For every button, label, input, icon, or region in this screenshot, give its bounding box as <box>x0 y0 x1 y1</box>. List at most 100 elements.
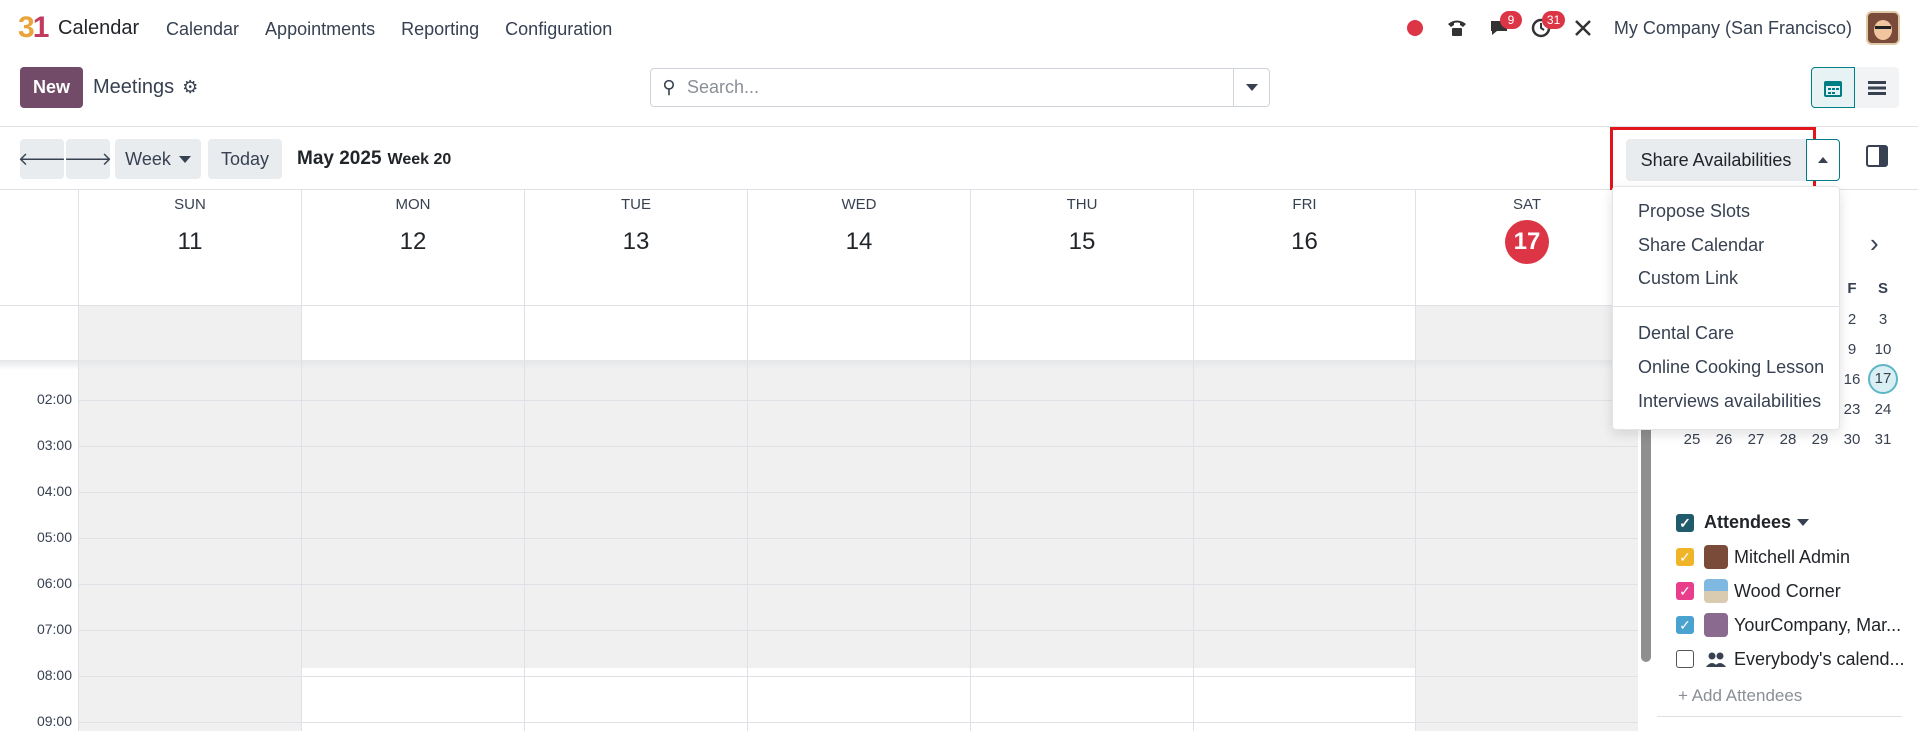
caret-up-icon <box>1818 157 1828 163</box>
new-button[interactable]: New <box>20 67 83 108</box>
calendar-view-button[interactable] <box>1811 67 1855 108</box>
user-avatar[interactable] <box>1866 11 1900 45</box>
menu-item-propose-slots[interactable]: Propose Slots <box>1638 201 1750 222</box>
main-menu: Calendar Appointments Reporting Configur… <box>166 19 612 40</box>
search-icon: ⚲ <box>662 77 676 97</box>
all-day-cell[interactable] <box>524 305 747 360</box>
mini-cal-header: F <box>1847 280 1857 297</box>
hour-line <box>78 630 1638 631</box>
next-button[interactable]: 🡒 <box>63 139 113 179</box>
menu-item-share-calendar[interactable]: Share Calendar <box>1638 235 1764 256</box>
attendee-filter-item[interactable]: Everybody's calend... <box>1676 647 1905 671</box>
today-button[interactable]: Today <box>208 139 282 179</box>
mini-cal-day[interactable]: 31 <box>1867 431 1899 448</box>
control-panel: New Meetings ⚙ ⚲ <box>0 57 1918 127</box>
menu-item-custom-link[interactable]: Custom Link <box>1638 268 1738 289</box>
attendee-filter-item[interactable]: ✓ Mitchell Admin <box>1676 545 1850 569</box>
attendee-filter-item[interactable]: ✓ YourCompany, Mar... <box>1676 613 1901 637</box>
search-options-toggle[interactable] <box>1233 69 1269 106</box>
hour-line <box>78 400 1638 401</box>
attendee-filter-item[interactable]: ✓ Wood Corner <box>1676 579 1841 603</box>
mini-cal-day[interactable]: 26 <box>1708 431 1740 448</box>
share-availabilities-toggle[interactable] <box>1806 139 1840 181</box>
menu-item-configuration[interactable]: Configuration <box>505 19 612 40</box>
calendar-icon <box>1824 80 1842 97</box>
search-input[interactable] <box>687 77 1233 98</box>
mini-cal-day[interactable]: 23 <box>1836 401 1868 418</box>
hour-label: 03:00 <box>36 437 72 453</box>
day-header-sat[interactable]: SAT 17 <box>1415 190 1638 305</box>
attendees-header[interactable]: ✓ Attendees <box>1676 512 1810 533</box>
company-switcher[interactable]: My Company (San Francisco) <box>1614 18 1852 39</box>
calendar-scrollbar[interactable] <box>1641 417 1651 662</box>
caret-down-icon <box>178 155 191 163</box>
mini-cal-day[interactable]: 3 <box>1867 311 1899 328</box>
mini-cal-day[interactable]: 10 <box>1867 341 1899 358</box>
hour-label: 07:00 <box>36 621 72 637</box>
all-day-cell[interactable] <box>1415 305 1638 360</box>
period-title: May 2025 Week 20 <box>297 148 451 170</box>
day-header-fri[interactable]: FRI 16 <box>1193 190 1415 305</box>
hour-label: 05:00 <box>36 529 72 545</box>
mini-cal-day[interactable]: 16 <box>1836 371 1868 388</box>
mini-cal-day[interactable]: 27 <box>1740 431 1772 448</box>
week-calendar: SUN 11 MON 12 TUE 13 WED 14 THU 15 FRI 16 SAT 1… <box>0 190 1638 731</box>
mini-cal-day[interactable]: 24 <box>1867 401 1899 418</box>
menu-item-interviews-availabilities[interactable]: Interviews availabilities <box>1638 391 1821 412</box>
today-date-badge: 17 <box>1505 220 1549 264</box>
day-header-mon[interactable]: MON 12 <box>301 190 524 305</box>
day-header-tue[interactable]: TUE 13 <box>524 190 747 305</box>
check-icon[interactable]: ✓ <box>1676 582 1694 600</box>
all-day-cell[interactable] <box>1193 305 1415 360</box>
hour-line <box>78 584 1638 585</box>
app-name[interactable]: Calendar <box>58 17 139 40</box>
mini-cal-day[interactable]: 2 <box>1836 311 1868 328</box>
mini-cal-day[interactable]: 9 <box>1836 341 1868 358</box>
systray: 9 31 My Company (San Francisco) <box>1394 10 1900 46</box>
gear-icon[interactable]: ⚙ <box>182 77 198 98</box>
chevron-right-icon[interactable]: › <box>1870 228 1879 259</box>
add-attendees-link[interactable]: + Add Attendees <box>1678 686 1802 706</box>
mini-cal-day[interactable]: 25 <box>1676 431 1708 448</box>
messages-badge: 9 <box>1499 11 1522 29</box>
arrow-left-icon: 🡐 <box>17 148 67 169</box>
mini-cal-day-selected[interactable]: 17 <box>1868 364 1898 394</box>
arrow-right-icon: 🡒 <box>63 148 113 169</box>
share-availabilities-button[interactable]: Share Availabilities <box>1626 139 1806 181</box>
divider <box>1613 306 1839 307</box>
mini-cal-day[interactable]: 30 <box>1836 431 1868 448</box>
hour-label: 06:00 <box>36 575 72 591</box>
messages-icon[interactable]: 9 <box>1478 10 1522 46</box>
recording-icon[interactable] <box>1394 10 1436 46</box>
app-logo[interactable]: 31 <box>18 13 49 43</box>
day-header-sun[interactable]: SUN 11 <box>78 190 301 305</box>
previous-button[interactable]: 🡐 <box>17 139 67 179</box>
list-view-button[interactable] <box>1855 67 1899 108</box>
menu-item-dental-care[interactable]: Dental Care <box>1638 323 1734 344</box>
scale-dropdown[interactable]: Week <box>115 139 201 179</box>
check-icon[interactable]: ✓ <box>1676 513 1694 532</box>
all-day-cell[interactable] <box>747 305 970 360</box>
side-panel-toggle-icon[interactable] <box>1866 145 1888 167</box>
menu-item-appointments[interactable]: Appointments <box>265 19 375 40</box>
day-header-wed[interactable]: WED 14 <box>747 190 970 305</box>
all-day-label-cell <box>0 305 78 360</box>
check-icon[interactable]: ✓ <box>1676 616 1694 634</box>
phone-icon[interactable] <box>1436 10 1478 46</box>
activities-icon[interactable]: 31 <box>1520 10 1566 46</box>
menu-item-calendar[interactable]: Calendar <box>166 19 239 40</box>
attendee-label: Mitchell Admin <box>1734 546 1851 567</box>
hour-label: 09:00 <box>36 713 72 729</box>
check-icon[interactable]: ✓ <box>1676 548 1694 566</box>
menu-item-reporting[interactable]: Reporting <box>401 19 479 40</box>
day-header-thu[interactable]: THU 15 <box>970 190 1193 305</box>
all-day-cell[interactable] <box>78 305 301 360</box>
checkbox-unchecked[interactable] <box>1676 650 1694 668</box>
avatar <box>1704 579 1728 603</box>
tools-icon[interactable] <box>1562 10 1604 46</box>
all-day-cell[interactable] <box>301 305 524 360</box>
mini-cal-day[interactable]: 28 <box>1772 431 1804 448</box>
menu-item-online-cooking-lesson[interactable]: Online Cooking Lesson <box>1638 357 1824 378</box>
mini-cal-day[interactable]: 29 <box>1804 431 1836 448</box>
all-day-cell[interactable] <box>970 305 1193 360</box>
